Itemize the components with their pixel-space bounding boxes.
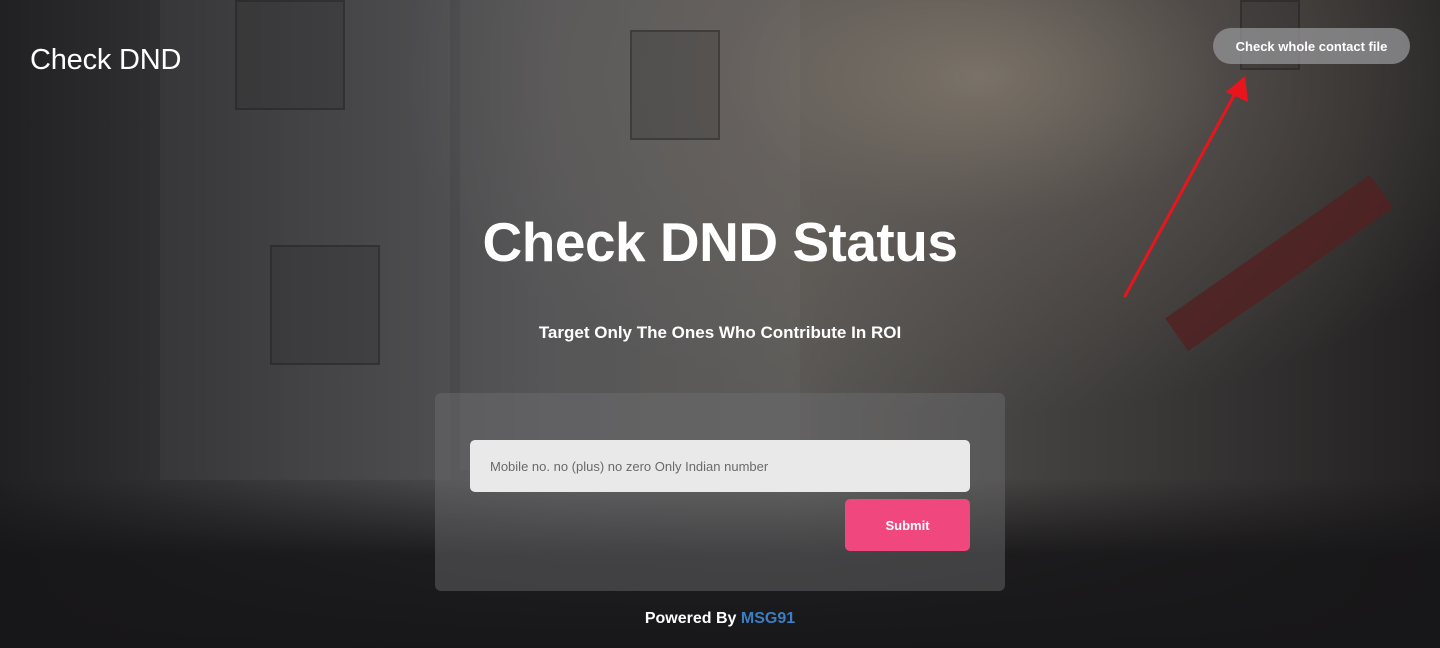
mobile-number-input[interactable]	[470, 440, 970, 492]
submit-button[interactable]: Submit	[845, 499, 970, 551]
brand-title[interactable]: Check DND	[30, 44, 181, 77]
footer: Powered By MSG91	[0, 610, 1440, 628]
page-subtitle: Target Only The Ones Who Contribute In R…	[538, 323, 902, 342]
page-title: Check DND Status	[482, 211, 958, 273]
powered-by-label: Powered By	[644, 610, 737, 627]
check-contact-file-button[interactable]: Check whole contact file	[1213, 28, 1410, 64]
red-arrow-icon	[1123, 76, 1248, 298]
msg91-link[interactable]: MSG91	[741, 610, 795, 627]
form-panel	[435, 393, 1005, 591]
